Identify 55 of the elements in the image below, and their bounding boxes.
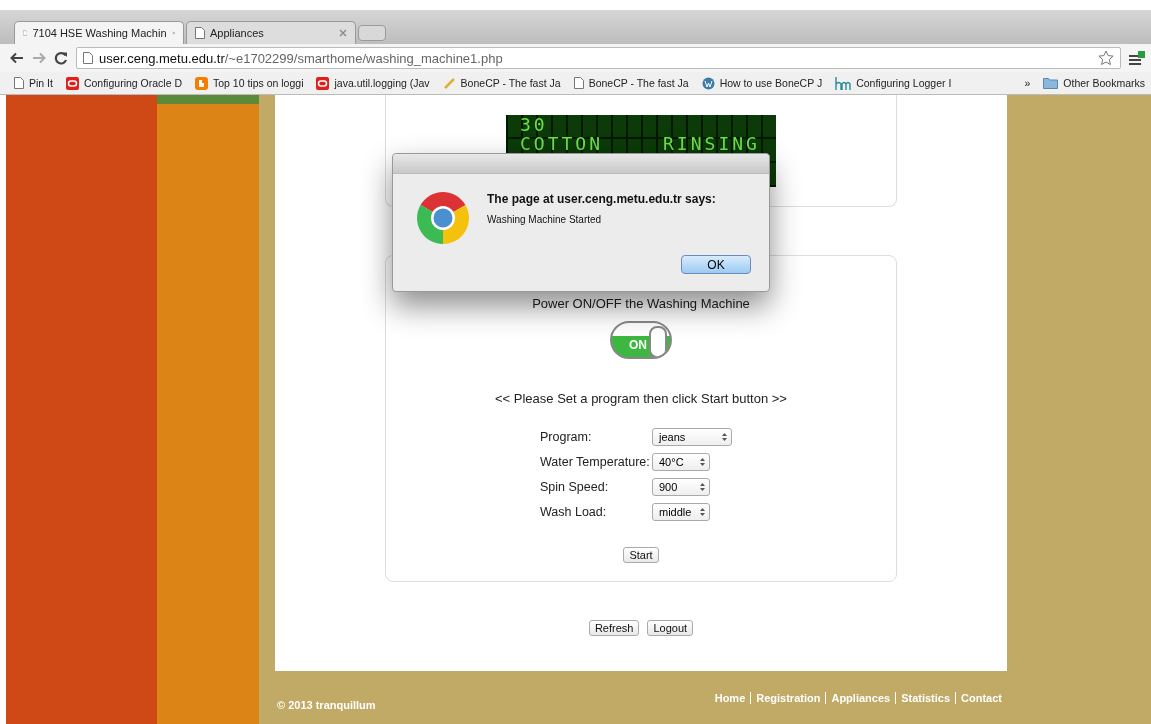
bookmark[interactable]: Configuring Logger I xyxy=(835,76,952,90)
star-icon[interactable] xyxy=(1098,50,1114,66)
hm-icon xyxy=(835,76,852,90)
bookmark[interactable]: BoneCP - The fast Ja xyxy=(442,76,561,90)
instruction-text: << Please Set a program then click Start button >> xyxy=(495,391,787,406)
setting-label: Spin Speed: xyxy=(540,480,610,494)
oval-icon xyxy=(316,76,330,90)
lcd-text: RINSING xyxy=(663,134,760,153)
browser-tab[interactable]: 7104 HSE Washing Machin xyxy=(14,21,184,44)
setting-dropdown[interactable]: 900 xyxy=(652,478,710,496)
lcd-text: 30 xyxy=(520,115,548,134)
page-icon xyxy=(195,27,205,39)
w-circle-icon xyxy=(701,76,715,90)
bookmark-folder[interactable]: Other Bookmarks xyxy=(1043,77,1145,89)
bookmark[interactable]: Configuring Oracle D xyxy=(65,76,182,90)
dialog-title: The page at user.ceng.metu.edu.tr says: xyxy=(487,192,716,206)
lcd-text: COTTON xyxy=(520,134,604,153)
reload-icon[interactable] xyxy=(54,51,68,65)
bookmark[interactable]: Top 10 tips on loggi xyxy=(195,76,304,90)
close-icon[interactable] xyxy=(339,29,347,37)
setting-dropdown[interactable]: middle xyxy=(652,503,710,521)
setting-label: Wash Load: xyxy=(540,505,608,519)
page-icon xyxy=(573,77,584,89)
menu-icon[interactable] xyxy=(1129,51,1145,65)
stepper-arrows-icon xyxy=(700,458,705,466)
stepper-arrows-icon xyxy=(700,483,705,491)
page-icon xyxy=(14,77,24,89)
action-button[interactable]: Logout xyxy=(647,620,694,636)
stepper-arrows-icon xyxy=(700,508,705,516)
setting-label: Program: xyxy=(540,430,593,444)
ok-button[interactable]: OK xyxy=(681,255,751,274)
forward-icon[interactable] xyxy=(32,52,46,64)
stepper-arrows-icon xyxy=(722,433,727,441)
more-bookmarks-button[interactable]: » xyxy=(1024,77,1031,89)
action-button[interactable]: Refresh xyxy=(588,620,640,636)
address-field[interactable]: user.ceng.metu.edu.tr/~e1702299/smarthome/washing_machine1.php xyxy=(76,47,1121,69)
browser-logo-icon xyxy=(417,192,469,244)
back-icon[interactable] xyxy=(10,52,24,64)
bookmark[interactable]: Pin It xyxy=(14,77,53,89)
dialog-message: Washing Machine Started xyxy=(487,214,603,225)
bookmark[interactable]: java.util.logging (Jav xyxy=(316,76,430,90)
copyright-text: © 2013 tranquillum xyxy=(277,698,376,711)
start-button[interactable]: Start xyxy=(623,547,659,563)
oval-icon xyxy=(65,76,79,90)
page-icon xyxy=(23,27,28,39)
browser-tab[interactable]: Appliances xyxy=(186,21,356,44)
bookmark[interactable]: BoneCP - The fast Ja xyxy=(573,77,689,89)
setting-label: Water Temperature: xyxy=(540,455,651,469)
page-icon xyxy=(83,52,93,64)
new-tab-button[interactable] xyxy=(358,25,386,41)
bookmark[interactable]: How to use BoneCP J xyxy=(701,76,823,90)
power-title: Power ON/OFF the Washing Machine xyxy=(532,296,750,311)
setting-dropdown[interactable]: jeans xyxy=(652,428,732,446)
folder-icon xyxy=(1043,77,1059,89)
setting-dropdown[interactable]: 40°C xyxy=(652,453,710,471)
